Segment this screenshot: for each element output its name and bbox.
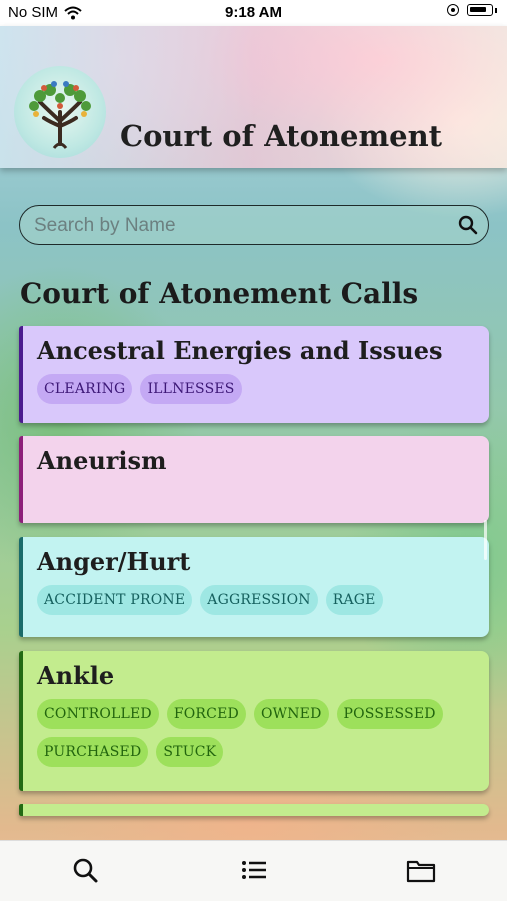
scroll-indicator[interactable]: [484, 520, 487, 560]
tag-chip[interactable]: PURCHASED: [37, 737, 149, 767]
tree-of-life-logo: [14, 66, 106, 158]
tree-logo-icon: [29, 81, 91, 149]
app-title: Court of Atonement: [120, 119, 443, 153]
status-bar: No SIM 9:18 AM: [0, 0, 507, 26]
search-icon[interactable]: [70, 855, 100, 885]
list-icon[interactable]: [239, 855, 269, 885]
orientation-lock-icon: [447, 4, 459, 16]
status-icons: [447, 4, 497, 16]
list-item[interactable]: Aneurism: [19, 436, 489, 523]
tag-chip[interactable]: STUCK: [156, 737, 224, 767]
tag-chip[interactable]: AGGRESSION: [200, 585, 318, 615]
tag-list: ACCIDENT PRONE AGGRESSION RAGE: [37, 585, 477, 615]
list-item[interactable]: [19, 804, 489, 816]
folder-icon[interactable]: [406, 855, 436, 885]
battery-tip: [495, 7, 497, 13]
tag-chip[interactable]: CONTROLLED: [37, 699, 159, 729]
battery-icon: [467, 4, 493, 16]
tag-chip[interactable]: RAGE: [325, 585, 383, 615]
tag-chip[interactable]: OWNED: [253, 699, 329, 729]
tag-chip[interactable]: CLEARING: [37, 374, 133, 404]
tag-chip[interactable]: POSSESSED: [336, 699, 443, 729]
tab-bar: [0, 840, 507, 901]
list-item[interactable]: Ankle CONTROLLED FORCED OWNED POSSESSED …: [19, 651, 489, 791]
tag-list: CLEARING ILLNESSES: [37, 374, 477, 404]
search-bar[interactable]: [19, 205, 489, 245]
app-header: Court of Atonement: [0, 26, 507, 168]
search-icon[interactable]: [458, 215, 478, 235]
list-item[interactable]: Anger/Hurt ACCIDENT PRONE AGGRESSION RAG…: [19, 537, 489, 637]
list-item-title: Anger/Hurt: [37, 547, 191, 576]
search-input[interactable]: [32, 206, 446, 245]
tag-list: CONTROLLED FORCED OWNED POSSESSED PURCHA…: [37, 699, 477, 767]
list-item-title: Ancestral Energies and Issues: [37, 336, 443, 365]
list-item-title: Aneurism: [37, 446, 167, 475]
tag-chip[interactable]: FORCED: [166, 699, 246, 729]
section-title: Court of Atonement Calls: [20, 277, 419, 310]
tag-chip[interactable]: ILLNESSES: [140, 374, 242, 404]
list-item[interactable]: Ancestral Energies and Issues CLEARING I…: [19, 326, 489, 423]
tag-chip[interactable]: ACCIDENT PRONE: [37, 585, 193, 615]
list-item-title: Ankle: [37, 661, 115, 690]
status-time: 9:18 AM: [225, 4, 282, 21]
